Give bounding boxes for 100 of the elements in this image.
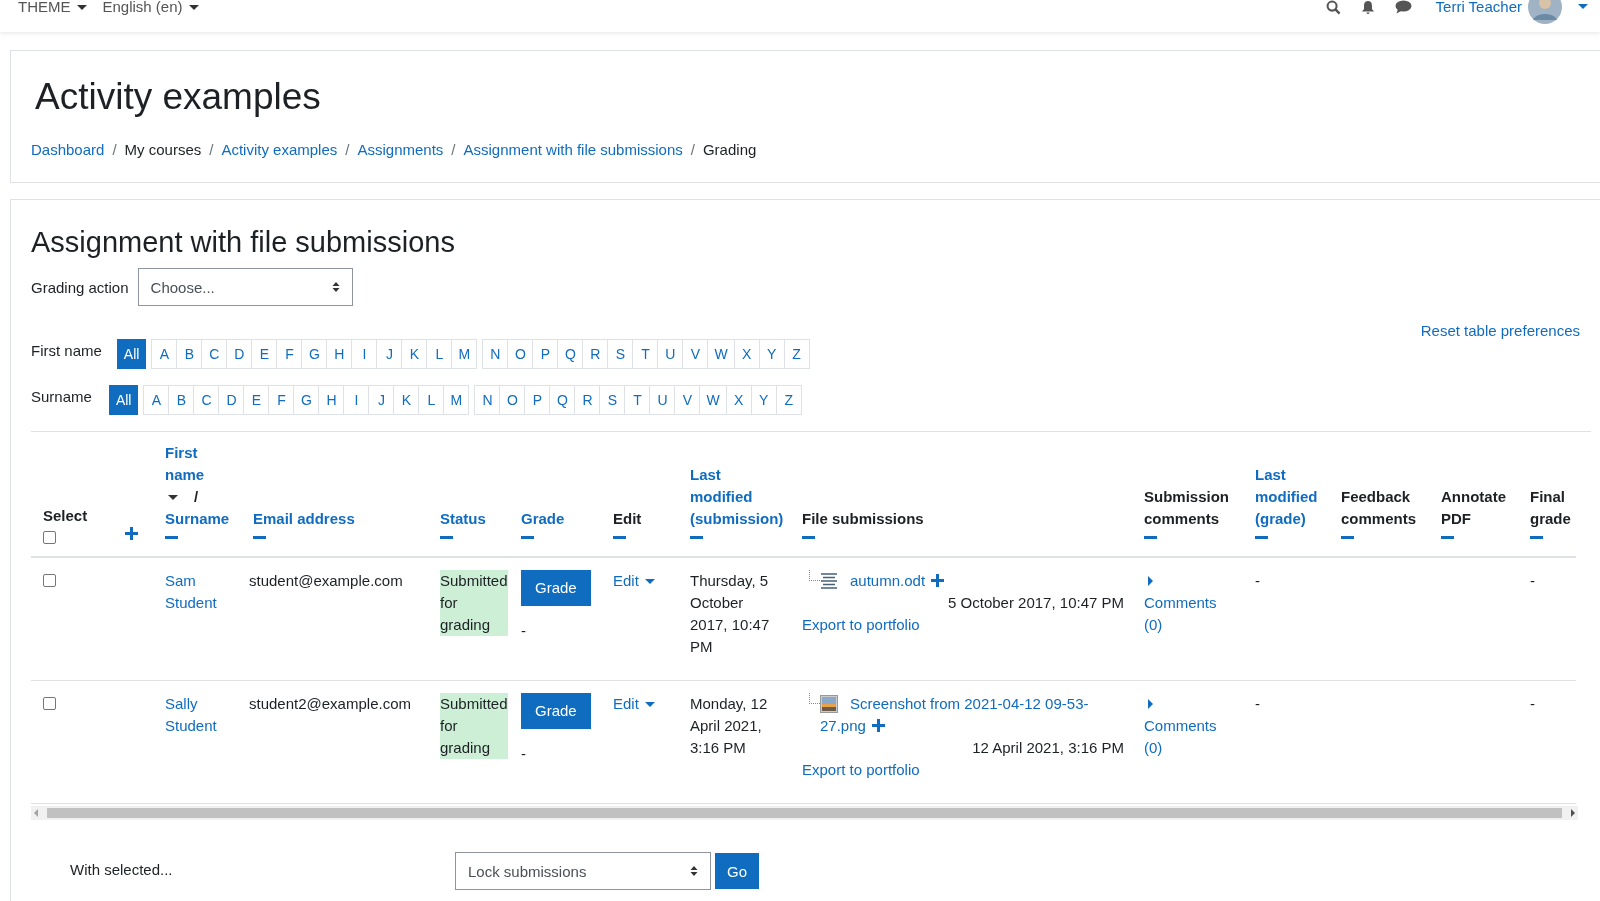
letter-filter-button[interactable]: L	[418, 385, 445, 415]
nav-menu[interactable]: English (en)	[102, 0, 199, 14]
row-checkbox[interactable]	[43, 697, 56, 710]
letter-filter-button[interactable]: G	[293, 385, 320, 415]
letter-filter-button[interactable]: A	[143, 385, 170, 415]
sort-link[interactable]: Surname	[165, 508, 233, 530]
reset-preferences-link[interactable]: Reset table preferences	[1420, 322, 1580, 339]
letter-filter-button[interactable]: O	[499, 385, 526, 415]
letter-filter-button[interactable]: S	[607, 339, 634, 369]
sort-link[interactable]: Status	[440, 508, 501, 530]
scroll-right-icon[interactable]	[1571, 809, 1575, 817]
grading-action-select[interactable]: Choose...	[137, 268, 353, 306]
avatar-icon[interactable]	[1528, 0, 1562, 24]
scrollbar-thumb[interactable]	[47, 808, 1562, 818]
breadcrumb-link[interactable]: Dashboard	[31, 141, 105, 158]
sort-link[interactable]: Email address	[253, 508, 420, 530]
letter-filter-button[interactable]: N	[474, 385, 501, 415]
scroll-left-icon[interactable]	[34, 809, 38, 817]
comments-link[interactable]: Comments (0)	[1144, 592, 1235, 636]
chat-icon[interactable]	[1394, 0, 1412, 14]
letter-filter-button[interactable]: X	[725, 385, 752, 415]
letter-filter-button[interactable]: V	[682, 339, 709, 369]
bulk-action-select[interactable]: Lock submissions	[455, 852, 711, 890]
letter-filter-button[interactable]: T	[624, 385, 651, 415]
letter-filter-button[interactable]: J	[368, 385, 395, 415]
breadcrumb-link[interactable]: Activity examples	[221, 141, 338, 158]
letter-filter-button[interactable]: U	[657, 339, 684, 369]
letter-filter-button[interactable]: T	[632, 339, 659, 369]
comments-link[interactable]: Comments (0)	[1144, 715, 1235, 759]
sort-link[interactable]: Last modified (grade)	[1255, 464, 1321, 530]
bell-icon[interactable]	[1360, 0, 1375, 15]
letter-filter-button[interactable]: Z	[783, 339, 810, 369]
plus-icon[interactable]	[871, 719, 885, 732]
letter-filter-button[interactable]: M	[443, 385, 470, 415]
letter-filter-button[interactable]: F	[276, 339, 303, 369]
letter-filter-button[interactable]: P	[524, 385, 551, 415]
letter-filter-button[interactable]: K	[401, 339, 428, 369]
breadcrumb-link[interactable]: Assignment with file submissions	[463, 141, 683, 158]
row-checkbox[interactable]	[43, 574, 56, 587]
go-button[interactable]: Go	[715, 853, 759, 889]
file-link[interactable]: Screenshot from 2021-04-12 09-53-27.png	[820, 693, 1124, 737]
student-name-link[interactable]: Sam Student	[165, 570, 233, 614]
export-portfolio-link[interactable]: Export to portfolio	[802, 759, 1124, 781]
letter-filter-button[interactable]: R	[574, 385, 601, 415]
letter-filter-button[interactable]: C	[201, 339, 228, 369]
letter-filter-button[interactable]: Q	[557, 339, 584, 369]
letter-filter-button[interactable]: H	[326, 339, 353, 369]
letter-filter-button[interactable]: X	[733, 339, 760, 369]
letter-filter-button[interactable]: P	[532, 339, 559, 369]
letter-filter-button[interactable]: L	[426, 339, 453, 369]
student-name-link[interactable]: Sally Student	[165, 693, 233, 737]
letter-filter-button[interactable]: A	[151, 339, 178, 369]
caret-icon[interactable]	[1578, 4, 1588, 9]
letter-filter-button[interactable]: M	[451, 339, 478, 369]
letter-filter-button[interactable]: All	[108, 385, 139, 415]
letter-filter-button[interactable]: H	[318, 385, 345, 415]
letter-filter-button[interactable]: E	[251, 339, 278, 369]
letter-filter-button[interactable]: R	[582, 339, 609, 369]
expand-triangle-icon[interactable]	[1148, 699, 1153, 709]
letter-filter-button[interactable]: O	[507, 339, 534, 369]
letter-filter-button[interactable]: All	[116, 339, 147, 369]
grade-button[interactable]: Grade	[521, 570, 591, 606]
letter-filter-button[interactable]: Z	[775, 385, 802, 415]
sort-link[interactable]: First name	[165, 442, 233, 486]
letter-filter-button[interactable]: V	[674, 385, 701, 415]
letter-filter-button[interactable]: N	[482, 339, 509, 369]
letter-filter-button[interactable]: C	[193, 385, 220, 415]
select-all-checkbox[interactable]	[43, 531, 56, 544]
letter-filter-button[interactable]: F	[268, 385, 295, 415]
file-link[interactable]: autumn.odt	[820, 570, 1124, 592]
letter-filter-button[interactable]: K	[393, 385, 420, 415]
letter-filter-button[interactable]: W	[707, 339, 735, 369]
letter-filter-button[interactable]: J	[376, 339, 403, 369]
letter-filter-button[interactable]: Y	[758, 339, 785, 369]
letter-filter-button[interactable]: Q	[549, 385, 576, 415]
letter-filter-button[interactable]: G	[301, 339, 328, 369]
plus-icon[interactable]	[931, 574, 945, 587]
nav-menu[interactable]: THEME	[18, 0, 87, 14]
letter-filter-button[interactable]: B	[168, 385, 195, 415]
letter-filter-button[interactable]: D	[226, 339, 253, 369]
plus-icon[interactable]	[125, 527, 138, 540]
letter-filter-button[interactable]: W	[699, 385, 727, 415]
letter-filter-button[interactable]: I	[343, 385, 370, 415]
letter-filter-button[interactable]: I	[351, 339, 378, 369]
edit-menu[interactable]: Edit	[613, 570, 655, 592]
letter-filter-button[interactable]: Y	[750, 385, 777, 415]
letter-filter-button[interactable]: U	[649, 385, 676, 415]
export-portfolio-link[interactable]: Export to portfolio	[802, 614, 1124, 636]
letter-filter-button[interactable]: E	[243, 385, 270, 415]
search-icon[interactable]	[1325, 0, 1341, 15]
letter-filter-button[interactable]: S	[599, 385, 626, 415]
user-name-link[interactable]: Terri Teacher	[1435, 0, 1522, 14]
horizontal-scrollbar[interactable]	[31, 806, 1578, 820]
letter-filter-button[interactable]: D	[218, 385, 245, 415]
expand-triangle-icon[interactable]	[1148, 576, 1153, 586]
letter-filter-button[interactable]: B	[176, 339, 203, 369]
sort-link[interactable]: Last modified (submission)	[690, 464, 782, 530]
sort-link[interactable]: Grade	[521, 508, 593, 530]
grade-button[interactable]: Grade	[521, 693, 591, 729]
edit-menu[interactable]: Edit	[613, 693, 655, 715]
